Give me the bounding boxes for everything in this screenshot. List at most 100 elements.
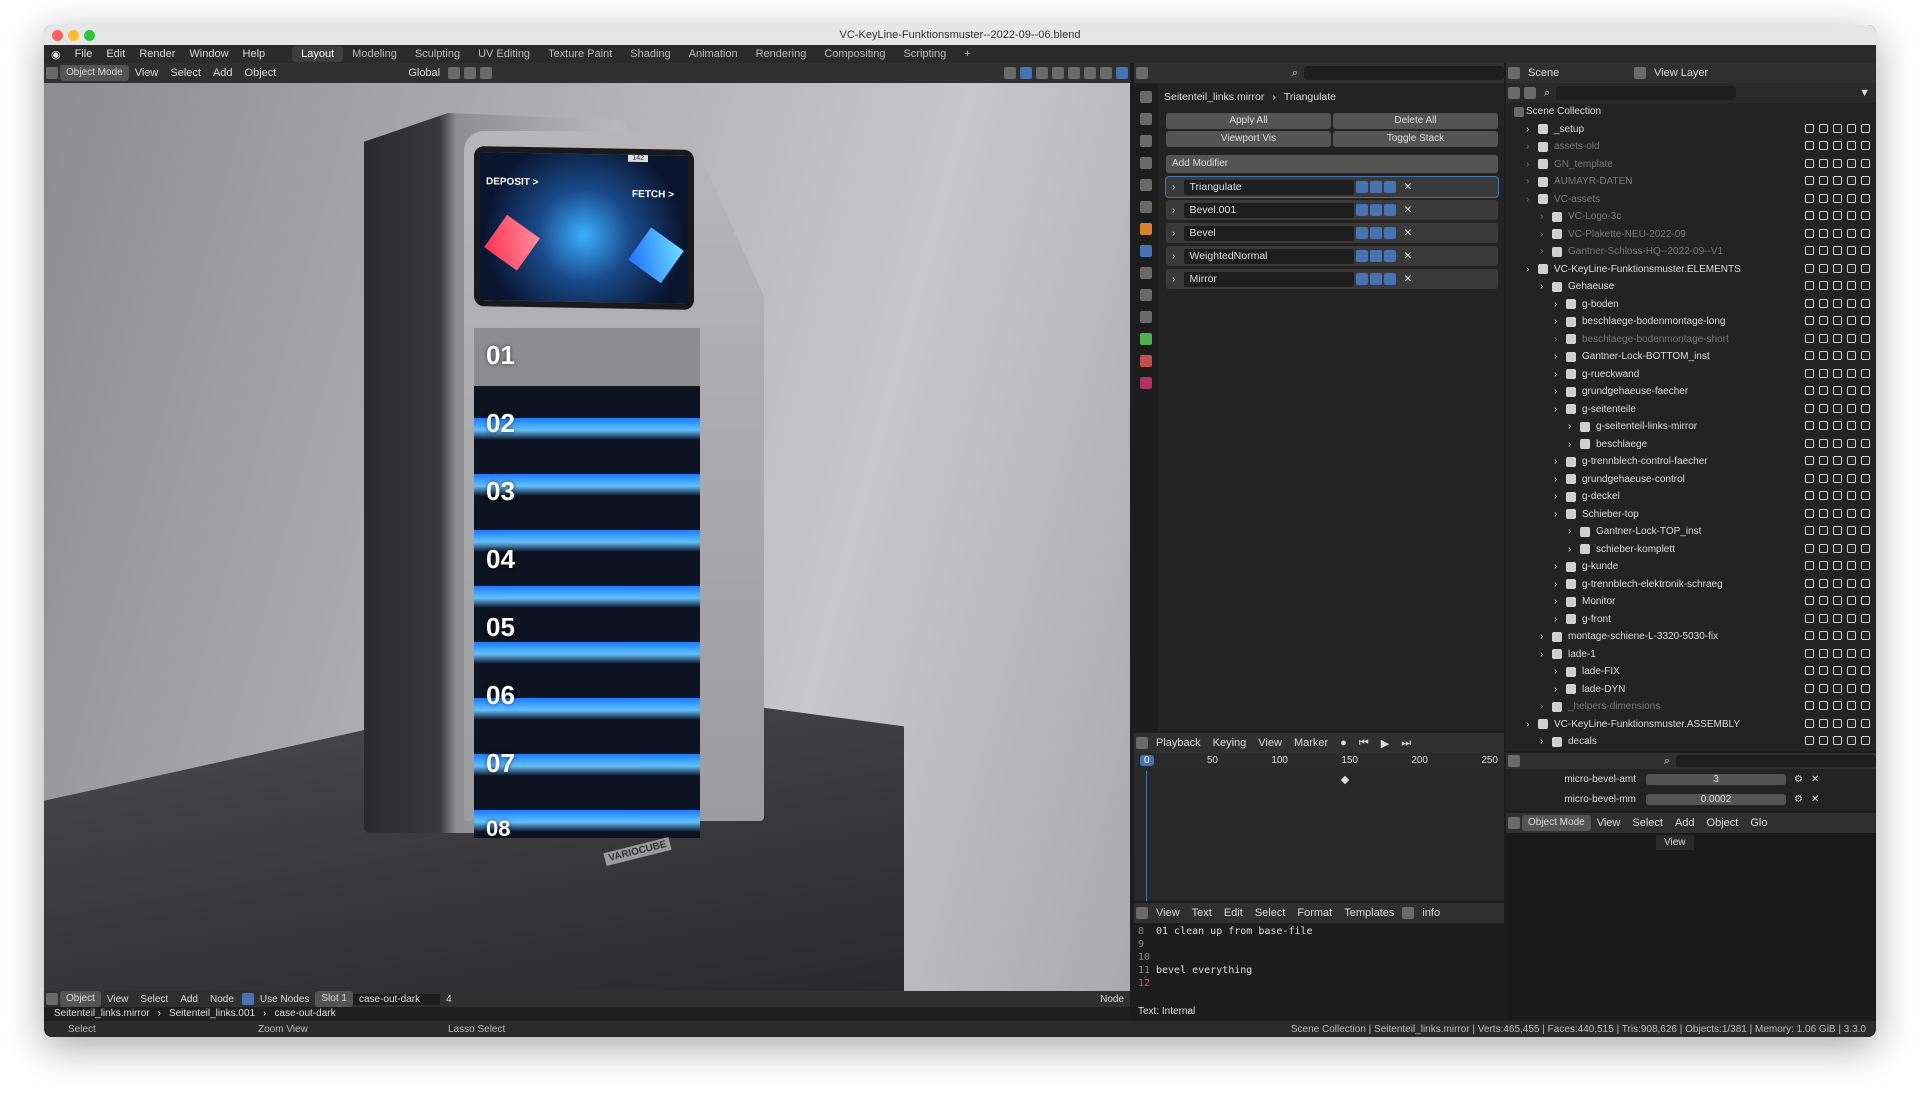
outliner-row[interactable]: › grundgehaeuse-control <box>1506 471 1876 489</box>
snap-icon[interactable] <box>464 67 477 79</box>
render-icon[interactable] <box>1861 631 1870 640</box>
outliner-row[interactable]: › g-boden <box>1506 296 1876 314</box>
minimize-window-button[interactable] <box>68 30 79 41</box>
render-icon[interactable] <box>1383 227 1396 239</box>
checkbox-icon[interactable] <box>1805 246 1814 255</box>
expand-arrow-icon[interactable]: › <box>1540 698 1550 716</box>
constraints-tab-icon[interactable] <box>1140 311 1152 323</box>
viewport-icon[interactable] <box>1847 351 1856 360</box>
outliner-row[interactable]: › lade-FIX <box>1506 663 1876 681</box>
select-icon[interactable] <box>1819 543 1828 553</box>
viewport-icon[interactable] <box>1847 491 1856 500</box>
menu-file[interactable]: File <box>68 48 100 60</box>
eye-icon[interactable] <box>1833 316 1842 325</box>
outliner-item-label[interactable]: Gantner-Lock-TOP_inst <box>1596 523 1701 541</box>
outliner-row[interactable]: › Gehaeuse <box>1506 278 1876 296</box>
editmode-icon[interactable] <box>1355 273 1368 285</box>
outliner-item-label[interactable]: Gehaeuse <box>1568 278 1614 296</box>
checkbox-icon[interactable] <box>1805 613 1814 623</box>
outliner-row[interactable]: › g-front <box>1506 611 1876 629</box>
remove-icon[interactable]: ✕ <box>1404 250 1413 262</box>
outliner-row[interactable]: › g-trennblech-elektronik-schraeg <box>1506 576 1876 594</box>
viewport-icon[interactable] <box>1369 273 1382 285</box>
marker-menu[interactable]: Marker <box>1288 737 1334 749</box>
visibility-toggles[interactable] <box>1805 246 1870 255</box>
eye-icon[interactable] <box>1833 403 1842 413</box>
outliner-row[interactable]: › beschlaege <box>1506 436 1876 454</box>
shading-material-icon[interactable] <box>1100 67 1112 79</box>
outliner-row[interactable]: › decals <box>1506 733 1876 751</box>
eye-icon[interactable] <box>1833 246 1842 255</box>
breadcrumb-mesh[interactable]: Seitenteil_links.001 <box>169 1008 255 1019</box>
expand-arrow-icon[interactable]: › <box>1554 348 1564 366</box>
visibility-toggles[interactable] <box>1805 456 1870 465</box>
outliner-row[interactable]: › Gantner-Schloss-HQ--2022-09--V1 <box>1506 243 1876 261</box>
material-tab-icon[interactable] <box>1140 355 1152 367</box>
outliner-row[interactable]: › g-rueckwand <box>1506 366 1876 384</box>
text-menu-edit[interactable]: Edit <box>1218 907 1249 919</box>
viewport-icon[interactable] <box>1369 227 1382 239</box>
visibility-toggles[interactable] <box>1805 438 1870 448</box>
expand-icon[interactable]: › <box>1172 181 1176 193</box>
modifier-row[interactable]: › Bevel.001 ✕ <box>1166 200 1498 220</box>
editmode-icon[interactable] <box>1355 227 1368 239</box>
eye-icon[interactable] <box>1833 701 1842 710</box>
data-tab-icon[interactable] <box>1140 333 1152 345</box>
viewport-icon[interactable] <box>1847 561 1856 570</box>
node-menu-select[interactable]: Select <box>134 994 174 1005</box>
render-icon[interactable] <box>1861 368 1870 378</box>
add-modifier-dropdown[interactable]: Add Modifier <box>1166 155 1498 173</box>
outliner-item-label[interactable]: g-kunde <box>1582 558 1618 576</box>
properties-search-input[interactable] <box>1304 66 1504 80</box>
eye-icon[interactable] <box>1833 578 1842 588</box>
expand-arrow-icon[interactable]: › <box>1526 191 1536 209</box>
viewport-icon[interactable] <box>1369 204 1382 216</box>
outliner-row[interactable]: › VC-Logo-3c <box>1506 208 1876 226</box>
render-icon[interactable] <box>1861 246 1870 255</box>
editor-type-icon[interactable] <box>1136 67 1148 79</box>
render-icon[interactable] <box>1383 204 1396 216</box>
text-datablock-icon[interactable] <box>1402 907 1415 919</box>
expand-arrow-icon[interactable]: › <box>1554 471 1564 489</box>
expand-arrow-icon[interactable]: › <box>1568 436 1578 454</box>
xray-icon[interactable] <box>1052 67 1064 79</box>
eye-icon[interactable] <box>1833 368 1842 378</box>
visibility-toggles[interactable] <box>1805 473 1870 483</box>
display-mode-icon[interactable] <box>1524 87 1536 99</box>
mini-mode-select[interactable]: Object Mode <box>1522 815 1591 831</box>
checkbox-icon[interactable] <box>1805 368 1814 378</box>
render-icon[interactable] <box>1383 250 1396 262</box>
select-icon[interactable] <box>1819 176 1828 185</box>
checkbox-icon[interactable] <box>1805 596 1814 605</box>
outliner-item-label[interactable]: g-front <box>1582 611 1611 629</box>
editmode-icon[interactable] <box>1355 181 1368 193</box>
workspace-tab[interactable]: Sculpting <box>406 46 469 62</box>
select-icon[interactable] <box>1819 228 1828 238</box>
outliner-row[interactable]: › assets-old <box>1506 138 1876 156</box>
eye-icon[interactable] <box>1833 666 1842 675</box>
viewport-icon[interactable] <box>1847 631 1856 640</box>
select-icon[interactable] <box>1819 578 1828 588</box>
expand-arrow-icon[interactable]: › <box>1554 576 1564 594</box>
checkbox-icon[interactable] <box>1805 578 1814 588</box>
render-icon[interactable] <box>1861 263 1870 273</box>
select-icon[interactable] <box>1819 508 1828 518</box>
select-icon[interactable] <box>1819 193 1828 203</box>
visibility-toggles[interactable] <box>1805 596 1870 605</box>
text-menu-format[interactable]: Format <box>1291 907 1338 919</box>
checkbox-icon[interactable] <box>1805 561 1814 570</box>
render-icon[interactable] <box>1861 228 1870 238</box>
outliner-row[interactable]: › GN_template <box>1506 156 1876 174</box>
scene-icon[interactable] <box>1508 67 1520 79</box>
workspace-tab[interactable]: Shading <box>621 46 679 62</box>
select-icon[interactable] <box>1819 648 1828 658</box>
eye-icon[interactable] <box>1833 263 1842 273</box>
viewport-icon[interactable] <box>1847 736 1856 745</box>
outliner-row[interactable]: › g-seitenteile <box>1506 401 1876 419</box>
render-tab-icon[interactable] <box>1140 113 1152 125</box>
checkbox-icon[interactable] <box>1805 421 1814 430</box>
maximize-window-button[interactable] <box>84 30 95 41</box>
expand-arrow-icon[interactable]: › <box>1554 488 1564 506</box>
expand-arrow-icon[interactable]: › <box>1540 278 1550 296</box>
select-icon[interactable] <box>1819 158 1828 168</box>
